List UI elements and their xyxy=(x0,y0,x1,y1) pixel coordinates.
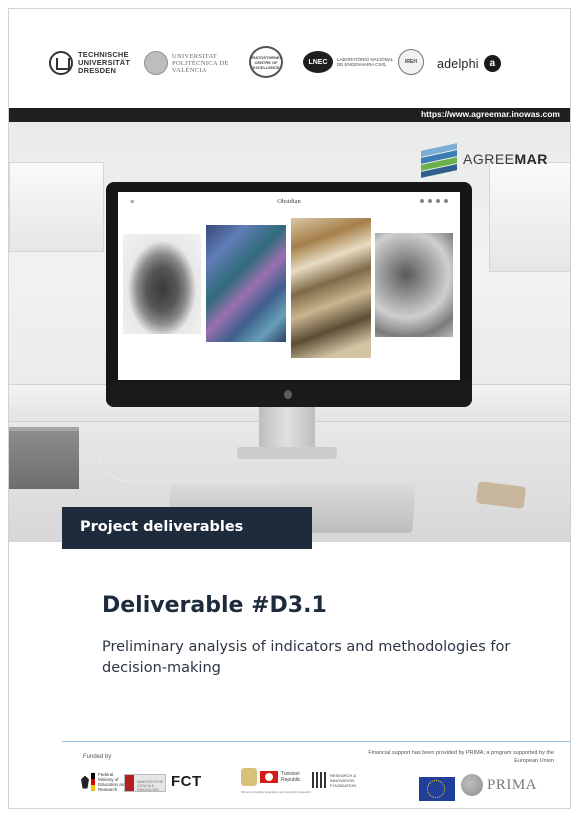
prima-logo: PRIMA xyxy=(461,774,537,796)
tunisia-ministry-logo: Tunisian Republic Ministry of Higher Edu… xyxy=(241,768,311,794)
social-icon xyxy=(444,199,448,203)
federal-eagle-icon xyxy=(81,775,89,789)
financial-support-note: Financial support has been provided by P… xyxy=(368,750,554,764)
deliverable-subtitle: Preliminary analysis of indicators and m… xyxy=(102,639,511,676)
tunisia-wordmark: Tunisian Republic xyxy=(281,771,301,783)
deliverable-title: Deliverable #D3.1 xyxy=(102,593,327,618)
lnec-logo: LNEC LABORATÓRIO NACIONAL DE ENGENHARIA … xyxy=(303,51,395,73)
lnec-wordmark: LABORATÓRIO NACIONAL DE ENGENHARIA CIVIL xyxy=(337,57,394,67)
rif-logo: RESEARCH & INNOVATION FOUNDATION xyxy=(312,772,368,788)
screen-header: ≡ Obsidian xyxy=(118,192,460,212)
project-deliverables-label: Project deliverables xyxy=(62,507,312,549)
monitor-stand-base xyxy=(237,447,337,459)
social-icon xyxy=(420,199,424,203)
agreemar-logo: AGREEMAR xyxy=(421,139,556,179)
adelphi-logo: adelphi a xyxy=(437,55,501,72)
project-url[interactable]: https://www.agreemar.inowas.com xyxy=(421,109,560,119)
desk-box xyxy=(9,427,79,489)
agreemar-mar: MAR xyxy=(514,151,548,167)
prima-emblem-icon xyxy=(461,774,483,796)
lnec-mark: LNEC xyxy=(303,51,333,73)
tu-dresden-emblem-icon xyxy=(49,51,73,75)
artwork-2 xyxy=(206,225,286,342)
prima-wordmark: PRIMA xyxy=(487,776,538,793)
agreemar-agree: AGREE xyxy=(463,151,515,167)
ireh-seal-icon: IREH xyxy=(398,49,424,75)
adelphi-wordmark: adelphi xyxy=(437,56,479,71)
tunisia-ministry-wordmark: Ministry of Higher Education and Scienti… xyxy=(241,790,311,794)
rif-wordmark: RESEARCH & INNOVATION FOUNDATION xyxy=(330,772,357,788)
artwork-4 xyxy=(375,233,453,337)
fct-wordmark: FCT xyxy=(171,773,202,790)
artwork-3 xyxy=(291,218,371,358)
ireh-logo: IREH xyxy=(398,49,424,75)
monitor: ≡ Obsidian xyxy=(106,182,472,407)
artwork-1 xyxy=(123,234,201,334)
partner-logos-row: TECHNISCHE UNIVERSITÄT DRESDEN UNIVERSIT… xyxy=(9,9,570,109)
eratosthenes-logo: ERATOSTHENES CENTRE OF EXCELLENCE xyxy=(249,46,283,78)
monitor-chin xyxy=(106,382,472,407)
monitor-screen: ≡ Obsidian xyxy=(118,192,460,380)
tu-dresden-logo: TECHNISCHE UNIVERSITÄT DRESDEN xyxy=(49,51,130,75)
cover-photo: ≡ Obsidian AGREEMAR xyxy=(9,122,570,542)
eu-stars-icon xyxy=(427,780,445,798)
apple-logo-icon xyxy=(284,390,292,399)
fct-logo: FCT xyxy=(171,773,202,790)
bmbf-logo: Federal Ministry of Education and Resear… xyxy=(81,772,128,792)
tunisia-flag-icon xyxy=(260,771,278,783)
eu-flag-logo xyxy=(419,777,455,801)
project-deliverables-text: Project deliverables xyxy=(80,519,244,535)
rif-bars-icon xyxy=(312,772,326,788)
screen-social-icons xyxy=(420,199,448,203)
url-bar: https://www.agreemar.inowas.com xyxy=(9,108,570,122)
footer-rule xyxy=(62,741,570,742)
upv-seal-icon xyxy=(144,51,168,75)
upv-wordmark: UNIVERSITAT POLITÈCNICA DE VALÈNCIA xyxy=(172,52,229,74)
cover-page: TECHNISCHE UNIVERSITÄT DRESDEN UNIVERSIT… xyxy=(8,8,571,809)
social-icon xyxy=(436,199,440,203)
screen-title: Obsidian xyxy=(277,198,301,205)
agreemar-wordmark: AGREEMAR xyxy=(463,151,548,167)
spain-ministry-wordmark: MINISTERIO DE CIENCIA E INNOVACIÓN xyxy=(137,780,164,792)
tunisia-emblem-icon xyxy=(241,768,257,786)
upv-logo: UNIVERSITAT POLITÈCNICA DE VALÈNCIA xyxy=(144,51,232,75)
window-left xyxy=(9,162,104,252)
tu-dresden-wordmark: TECHNISCHE UNIVERSITÄT DRESDEN xyxy=(78,50,131,75)
spain-ministry-logo: MINISTERIO DE CIENCIA E INNOVACIÓN xyxy=(124,774,166,792)
social-icon xyxy=(428,199,432,203)
eratosthenes-wordmark: ERATOSTHENES CENTRE OF EXCELLENCE xyxy=(249,54,283,70)
funded-by-label: Funded by xyxy=(83,754,112,760)
adelphi-mark-icon: a xyxy=(483,55,501,72)
eratosthenes-emblem-icon: ERATOSTHENES CENTRE OF EXCELLENCE xyxy=(249,46,283,78)
german-flag-bar-icon xyxy=(91,773,95,791)
